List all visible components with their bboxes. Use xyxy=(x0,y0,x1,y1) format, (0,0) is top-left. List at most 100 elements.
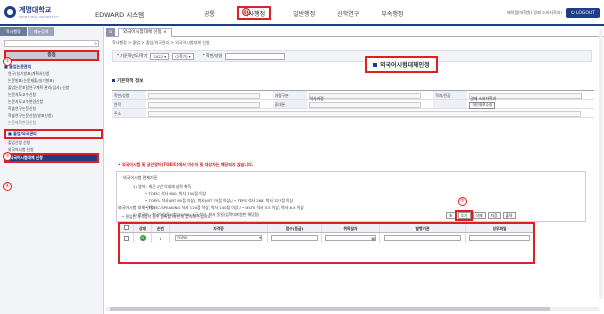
main-content: ⌂ 외국어시험대체 신청 × 학사행정 > 졸업 > 졸업/외국관리 > 외국어… xyxy=(106,27,604,314)
horizontal-scrollbar[interactable] xyxy=(106,307,599,311)
info-label: 휴대폰 xyxy=(272,100,307,108)
date-input[interactable]: ▦ xyxy=(324,235,377,241)
info-label: 학과/전공 xyxy=(433,91,468,99)
system-title: EDWARD 시스템 xyxy=(95,11,145,19)
info-row: 학번/성명 과정구분 석사과정 학과/전공 경제 소비자학과 xyxy=(112,91,594,101)
info-label: 학번/성명 xyxy=(112,91,146,99)
print-button[interactable]: 출력 xyxy=(502,212,516,219)
tree-item[interactable]: 학술연구논문신청(발표신청) xyxy=(8,112,103,119)
logo-title: 계명대학교 xyxy=(19,6,52,14)
top-menu: 공통 ① 학사행정 일반행정 산학연구 부속행정 xyxy=(204,6,425,20)
issuer-cell xyxy=(380,233,466,243)
grid-header: 취득일자 xyxy=(322,224,380,232)
sidebar-search-input[interactable]: ⌕ xyxy=(4,40,99,47)
title-bullet-icon xyxy=(373,63,377,67)
tree-item[interactable]: 논문제목변경신청 xyxy=(8,119,103,126)
user-area: 매직캠(마학원) 경제 소비자학과) ⏻ LOGOUT xyxy=(507,8,600,18)
apply-section-title: 외국어시험 대체 인정 xyxy=(118,205,154,210)
menu-common[interactable]: 공통 xyxy=(204,9,215,20)
logo-emblem-icon xyxy=(4,6,16,18)
menu-affiliated-admin[interactable]: 부속행정 xyxy=(381,9,403,20)
grid-header-row: 상태 순번 자격증 점수(등급) 취득일자 발행기관 성무파일 xyxy=(120,224,533,233)
student-info-grid: 학번/성명 과정구분 석사과정 학과/전공 경제 소비자학과 연락 휴대폰 개인… xyxy=(112,90,594,118)
grid-empty-area xyxy=(120,243,533,262)
score-cell xyxy=(268,233,322,243)
sidebar-tab-academic[interactable]: 학사행정 xyxy=(0,27,27,36)
search-icon[interactable]: ⌕ xyxy=(94,41,97,47)
home-icon[interactable]: ⌂ xyxy=(106,28,115,36)
logo-subtitle: KEIMYUNG UNIVERSITY xyxy=(19,15,60,19)
row-checkbox[interactable] xyxy=(124,235,129,241)
info-value xyxy=(146,109,594,117)
grid-header: 성무파일 xyxy=(492,226,507,231)
tree-item[interactable]: 논문발표(논문제출/실기발표) xyxy=(8,77,103,84)
criteria-line: • TOEIC 석사 600, 박사 700점 이상 xyxy=(145,191,207,196)
info-label xyxy=(433,100,468,108)
tree-item[interactable]: 논문지도교수변경신청 xyxy=(8,98,103,105)
info-value xyxy=(146,100,273,108)
file-cell xyxy=(466,233,533,243)
add-button-highlight xyxy=(455,210,473,221)
save-button[interactable]: 저장 xyxy=(487,212,501,219)
tree-group-graduation[interactable]: ■ 졸업/외국관리 xyxy=(4,129,103,139)
certificate-grid: 상태 순번 자격증 점수(등급) 취득일자 발행기관 성무파일 N 1 TOPI… xyxy=(118,222,535,264)
score-input[interactable] xyxy=(270,235,319,241)
criteria-line: • TOEIC-SPEAKING 석사 120점 이상, 박사 140점 이상 … xyxy=(145,205,304,210)
table-row: N 1 TOPIK ▾ ▦ xyxy=(120,233,533,243)
student-input[interactable] xyxy=(225,52,286,60)
breadcrumb: 학사행정 > 졸업 > 졸업/외국관리 > 외국어시험대체 신청 xyxy=(112,40,210,45)
tree-item[interactable]: 연구(실기발표)계획서신청 xyxy=(8,70,103,77)
status-cell: N xyxy=(134,233,152,243)
logout-button[interactable]: ⏻ LOGOUT xyxy=(566,8,600,18)
user-name: 매직캠(마학원) 경제 소비자학과) xyxy=(506,10,563,15)
tree-item[interactable]: 졸업논문포함연구계획 관리(심사) 신청 xyxy=(8,84,103,91)
marker-5: ⑤ xyxy=(458,197,467,206)
status-badge: N xyxy=(139,235,146,241)
select-all-checkbox[interactable] xyxy=(124,225,129,230)
cert-cell: TOPIK ▾ xyxy=(170,233,268,243)
tree-item[interactable]: 학술연구논문신청 xyxy=(8,105,103,112)
menu-general-admin[interactable]: 일반행정 xyxy=(293,9,315,20)
scrollbar-thumb[interactable] xyxy=(110,307,550,311)
sidebar: 학사행정 메뉴검색 ⌕ 중점 ② ■ 졸업논문관리 연구(실기발표)계획서신청 … xyxy=(0,27,104,314)
info-value xyxy=(307,100,434,108)
tree-item-foreign-exam-substitute[interactable]: 외국어시험대체 신청 xyxy=(4,153,99,163)
grid-header: 점수(등급) xyxy=(268,224,322,232)
delete-row-button[interactable]: 삭제 xyxy=(472,212,486,219)
notice-text: • 외국어시험 및 공인영어(TOEIC)에서 이수자 및 대상자는 해당되지 … xyxy=(118,162,254,167)
cert-select[interactable]: TOPIK ▾ xyxy=(174,235,263,241)
tree-item[interactable]: 외국어시험 신청 xyxy=(8,146,103,153)
calendar-icon[interactable]: ▦ xyxy=(371,236,375,241)
marker-3: ③ xyxy=(3,152,12,161)
vertical-scrollbar[interactable] xyxy=(599,29,603,299)
year-select[interactable]: 2022 ▾ xyxy=(150,52,170,60)
grid-header: 순번 xyxy=(152,224,170,232)
issuer-input[interactable] xyxy=(384,235,461,241)
tree-item[interactable]: 논문지도교수신청 xyxy=(8,91,103,98)
info-row: 연락 휴대폰 개인정보수정 xyxy=(112,100,594,109)
info-value xyxy=(146,91,273,99)
criteria-line: • TOEFL 석사(IBT 65점 이상), 박사(IBT 75점 이상)/ … xyxy=(145,198,294,203)
sidebar-tab-menu-search[interactable]: 메뉴검색 xyxy=(27,27,55,36)
sidebar-tabs: 학사행정 메뉴검색 xyxy=(0,27,103,36)
university-logo[interactable]: 계명대학교 KEIMYUNG UNIVERSITY xyxy=(4,5,59,19)
marker-2: ② xyxy=(3,57,12,66)
date-cell: ▦ xyxy=(322,233,380,243)
grid-header: 자격증 xyxy=(170,224,268,232)
criteria-heading: 외국어시험 면제기준 xyxy=(123,175,158,180)
info-label: 과정구분 xyxy=(272,91,307,99)
grid-header: 발행기관 xyxy=(380,224,466,232)
tab-foreign-exam-substitute[interactable]: 외국어시험대체 신청 × xyxy=(118,28,172,37)
row-select-cell[interactable] xyxy=(120,233,134,243)
section-student-info: 기본학적 정보 xyxy=(112,78,143,84)
grid-header-select[interactable] xyxy=(120,224,134,232)
info-label: 주소 xyxy=(112,109,146,117)
term-select[interactable]: (2학기) ▾ xyxy=(172,52,194,60)
sidebar-header: 중점 xyxy=(4,50,99,61)
file-input[interactable] xyxy=(469,235,530,241)
edit-privacy-button[interactable]: 개인정보수정 xyxy=(469,102,496,109)
tree-item[interactable]: 졸업신청 신청 xyxy=(8,139,103,146)
marker-1: ① xyxy=(242,8,250,16)
student-label: * 학번/성명 xyxy=(202,53,223,58)
menu-research[interactable]: 산학연구 xyxy=(337,9,359,20)
